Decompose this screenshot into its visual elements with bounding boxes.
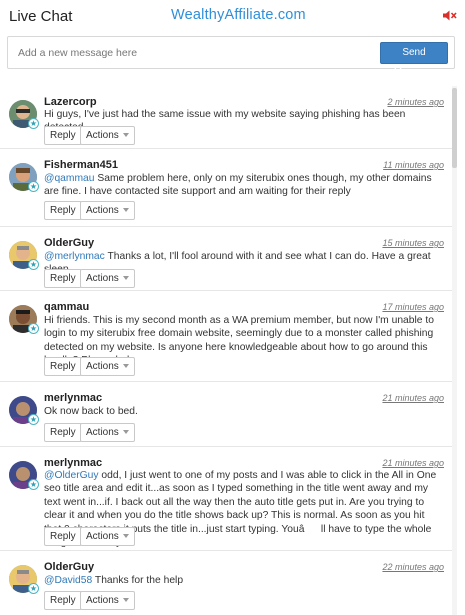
star-badge-icon: ★: [28, 414, 39, 425]
message-composer: Send Message: [7, 36, 455, 78]
message-username[interactable]: merlynmac: [44, 392, 102, 404]
caret-down-icon: [122, 276, 129, 281]
reply-button[interactable]: Reply: [44, 527, 82, 546]
speaker-mute-icon[interactable]: [443, 10, 457, 21]
actions-dropdown[interactable]: Actions: [80, 126, 135, 145]
chat-message: ★ Fisherman451 11 minutes ago @qammau Sa…: [0, 149, 452, 227]
message-mention[interactable]: @David58: [44, 575, 92, 586]
message-text: Ok now back to bed.: [44, 405, 444, 418]
star-badge-icon: ★: [28, 181, 39, 192]
message-text: @David58 Thanks for the help: [44, 574, 444, 587]
avatar[interactable]: ★: [9, 305, 39, 334]
feed-scrollbar[interactable]: [452, 86, 457, 615]
actions-dropdown[interactable]: Actions: [80, 269, 135, 288]
message-timestamp[interactable]: 2 minutes ago: [387, 97, 444, 107]
chat-title: Live Chat: [9, 8, 73, 25]
reply-button[interactable]: Reply: [44, 357, 82, 376]
chat-header: Live Chat WealthyAffiliate.com: [0, 0, 465, 32]
reply-button[interactable]: Reply: [44, 591, 82, 610]
caret-down-icon: [122, 208, 129, 213]
actions-label: Actions: [86, 205, 119, 216]
scrollbar-thumb[interactable]: [452, 88, 457, 168]
chat-message: ★ qammau 17 minutes ago Hi friends. This…: [0, 291, 452, 382]
message-text: @qammau Same problem here, only on my si…: [44, 172, 444, 199]
avatar[interactable]: ★: [9, 565, 39, 594]
chat-message: ★ merlynmac 21 minutes ago @OlderGuy odd…: [0, 447, 452, 551]
message-timestamp[interactable]: 15 minutes ago: [382, 238, 444, 248]
star-badge-icon: ★: [28, 323, 39, 334]
message-body: Same problem here, only on my siterubix …: [44, 173, 432, 198]
actions-label: Actions: [86, 531, 119, 542]
actions-label: Actions: [86, 273, 119, 284]
chat-message: ★ merlynmac 21 minutes ago Ok now back t…: [0, 382, 452, 447]
actions-dropdown[interactable]: Actions: [80, 357, 135, 376]
actions-dropdown[interactable]: Actions: [80, 423, 135, 442]
new-message-input[interactable]: [9, 38, 375, 67]
avatar[interactable]: ★: [9, 100, 39, 129]
caret-down-icon: [122, 598, 129, 603]
reply-button[interactable]: Reply: [44, 423, 82, 442]
reply-button[interactable]: Reply: [44, 126, 82, 145]
star-badge-icon: ★: [28, 583, 39, 594]
reply-button[interactable]: Reply: [44, 269, 82, 288]
message-username[interactable]: Fisherman451: [44, 159, 118, 171]
message-body: Ok now back to bed.: [44, 406, 138, 417]
actions-dropdown[interactable]: Actions: [80, 591, 135, 610]
message-timestamp[interactable]: 21 minutes ago: [382, 393, 444, 403]
message-timestamp[interactable]: 11 minutes ago: [383, 160, 444, 170]
avatar[interactable]: ★: [9, 461, 39, 490]
reply-button[interactable]: Reply: [44, 201, 82, 220]
caret-down-icon: [122, 133, 129, 138]
actions-label: Actions: [86, 595, 119, 606]
send-message-button[interactable]: Send Message: [380, 42, 448, 78]
message-mention[interactable]: @qammau: [44, 173, 95, 184]
avatar[interactable]: ★: [9, 241, 39, 270]
brand-logo[interactable]: WealthyAffiliate.com: [171, 7, 306, 23]
message-body: Thanks for the help: [92, 575, 184, 586]
caret-down-icon: [122, 430, 129, 435]
chat-message: ★ OlderGuy 15 minutes ago @merlynmac Tha…: [0, 227, 452, 291]
message-username[interactable]: OlderGuy: [44, 561, 94, 573]
chat-message: ★ OlderGuy 22 minutes ago @David58 Thank…: [0, 551, 452, 615]
avatar[interactable]: ★: [9, 163, 39, 192]
star-badge-icon: ★: [28, 259, 39, 270]
actions-label: Actions: [86, 427, 119, 438]
avatar[interactable]: ★: [9, 396, 39, 425]
chat-message: ★ Lazercorp 2 minutes ago Hi guys, I've …: [0, 86, 452, 149]
message-mention[interactable]: @merlynmac: [44, 251, 105, 262]
star-badge-icon: ★: [28, 479, 39, 490]
star-badge-icon: ★: [28, 118, 39, 129]
actions-label: Actions: [86, 130, 119, 141]
actions-dropdown[interactable]: Actions: [80, 201, 135, 220]
message-timestamp[interactable]: 21 minutes ago: [382, 458, 444, 468]
message-feed: ★ Lazercorp 2 minutes ago Hi guys, I've …: [0, 86, 452, 615]
message-username[interactable]: OlderGuy: [44, 237, 94, 249]
caret-down-icon: [122, 534, 129, 539]
actions-label: Actions: [86, 361, 119, 372]
message-username[interactable]: Lazercorp: [44, 96, 97, 108]
message-username[interactable]: merlynmac: [44, 457, 102, 469]
message-username[interactable]: qammau: [44, 301, 89, 313]
actions-dropdown[interactable]: Actions: [80, 527, 135, 546]
caret-down-icon: [122, 364, 129, 369]
message-timestamp[interactable]: 22 minutes ago: [382, 562, 444, 572]
message-mention[interactable]: @OlderGuy: [44, 470, 99, 481]
message-timestamp[interactable]: 17 minutes ago: [382, 302, 444, 312]
